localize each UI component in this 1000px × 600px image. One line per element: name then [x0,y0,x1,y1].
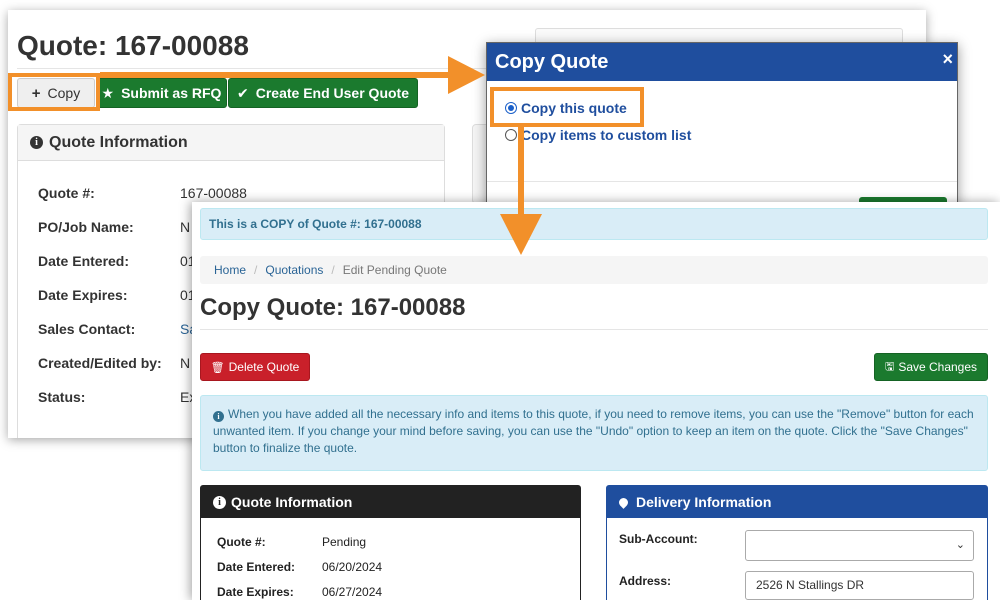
down-arrow-icon [500,214,542,255]
vertical-arrow-shaft [518,127,524,217]
horizontal-arrow-shaft [100,72,460,78]
right-arrow-icon [448,56,485,94]
callout-arrows [100,56,542,255]
